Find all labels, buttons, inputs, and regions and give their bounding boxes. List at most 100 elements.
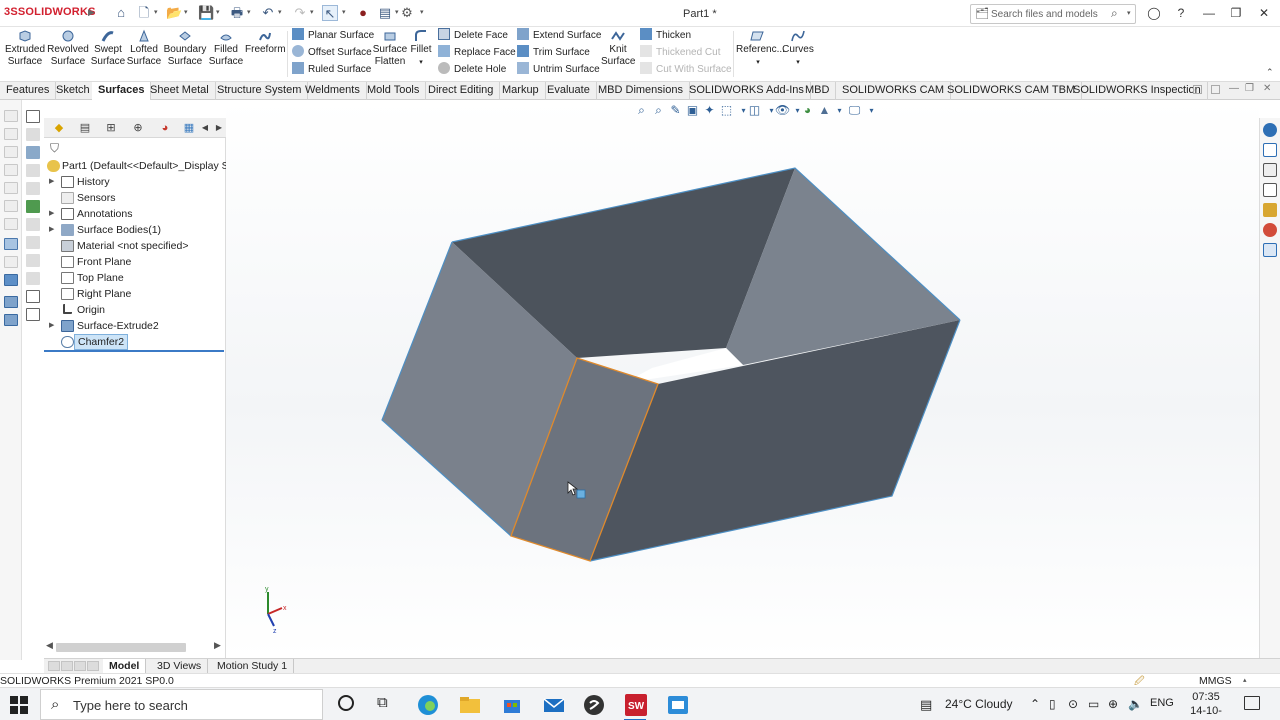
select-icon[interactable]: ↖: [322, 5, 338, 21]
toolbar-icon[interactable]: [26, 254, 40, 267]
tree-item-top-plane[interactable]: Top Plane: [44, 270, 226, 286]
unit-system-dropdown-icon[interactable]: ▴: [1243, 676, 1247, 684]
toolbar-icon[interactable]: [4, 200, 18, 212]
tab-markup[interactable]: Markup: [496, 82, 546, 100]
toolbar-icon[interactable]: [4, 110, 18, 122]
file-properties-icon[interactable]: ▤: [377, 5, 393, 21]
unit-system[interactable]: MMGS: [1199, 674, 1232, 688]
tab-evaluate[interactable]: Evaluate: [541, 82, 597, 100]
taskbar-search-box[interactable]: ⌕: [40, 689, 323, 720]
design-library-icon[interactable]: [1263, 163, 1277, 177]
new-dropdown-icon[interactable]: ▾: [154, 8, 158, 16]
custom-properties-icon[interactable]: [1263, 243, 1277, 257]
restore-icon[interactable]: ❐: [1228, 5, 1244, 21]
tab-view-icon[interactable]: [1193, 85, 1202, 94]
curves-button[interactable]: Curves ▾: [782, 29, 814, 79]
tree-item-right-plane[interactable]: Right Plane: [44, 286, 226, 302]
rebuild-icon[interactable]: ●: [355, 5, 371, 21]
knit-surface-button[interactable]: Knit Surface: [601, 29, 635, 79]
lofted-surface-button[interactable]: Lofted Surface: [126, 29, 162, 79]
tab-direct-editing[interactable]: Direct Editing: [422, 82, 501, 100]
extend-surface-button[interactable]: Extend Surface: [517, 28, 601, 44]
open-dropdown-icon[interactable]: ▾: [184, 8, 188, 16]
meet-now-icon[interactable]: ⊙: [1068, 697, 1078, 711]
feature-tree-horizontal-scrollbar[interactable]: ◀ ▶: [44, 640, 224, 654]
tree-item-chamfer2[interactable]: Chamfer2: [44, 334, 226, 350]
rollback-bar[interactable]: [44, 350, 224, 352]
toolbar-icon[interactable]: [26, 200, 40, 213]
tab-solidworks-cam[interactable]: SOLIDWORKS CAM: [836, 82, 952, 100]
table-icon[interactable]: [26, 110, 40, 123]
fillet-dropdown-icon[interactable]: ▾: [419, 59, 423, 66]
tree-root-part[interactable]: Part1 (Default<<Default>_Display S: [44, 158, 226, 174]
first-tab-nav-icon[interactable]: [48, 661, 60, 671]
scroll-left-icon[interactable]: ◀: [46, 640, 53, 651]
home-icon[interactable]: [1263, 143, 1277, 157]
tab-structure-system[interactable]: Structure System: [211, 82, 309, 100]
solidworks-resources-icon[interactable]: [1263, 123, 1277, 137]
toolbar-icon[interactable]: [26, 164, 40, 177]
help-icon[interactable]: ?: [1173, 5, 1189, 21]
tree-item-surface-bodies[interactable]: ▶ Surface Bodies(1): [44, 222, 226, 238]
tree-item-sensors[interactable]: Sensors: [44, 190, 226, 206]
search-box[interactable]: 🗂 ⌕ ▾: [970, 4, 1136, 24]
system-clock[interactable]: 07:35 14-10-2022: [1178, 690, 1234, 720]
search-input[interactable]: [991, 7, 1111, 21]
tray-app-icon[interactable]: ▯: [1049, 697, 1056, 711]
trim-surface-button[interactable]: Trim Surface: [517, 45, 590, 61]
tab-solidworks-add-ins[interactable]: SOLIDWORKS Add-Ins: [683, 82, 811, 100]
tab-solidworks-cam-tbm[interactable]: SOLIDWORKS CAM TBM: [941, 82, 1083, 100]
task-view-icon[interactable]: ⧉: [377, 694, 388, 711]
expand-arrow-icon[interactable]: ▶: [49, 174, 54, 190]
thickened-cut-button[interactable]: Thickened Cut: [640, 45, 720, 61]
taskbar-search-input[interactable]: [73, 697, 313, 713]
configuration-manager-tab-icon[interactable]: ⊞: [102, 120, 120, 136]
search-dropdown-icon[interactable]: ▾: [1127, 9, 1131, 17]
reference-geometry-button[interactable]: Referenc... ▾: [736, 29, 785, 79]
next-tab-nav-icon[interactable]: [74, 661, 86, 671]
tab-solidworks-inspection[interactable]: SOLIDWORKS Inspection: [1067, 82, 1208, 100]
cortana-icon[interactable]: [338, 695, 354, 711]
expand-arrow-icon[interactable]: ▶: [49, 318, 54, 334]
toolbar-icon[interactable]: [26, 308, 40, 321]
graphics-area[interactable]: ⌕ ⌕ ✎ ▣ ✦ ⬚ ▾ ◫ ▾ 👁 ▾ ◕ ▲ ▾ 🖵 ▾ y x z: [226, 100, 1259, 658]
display-manager-tab-icon[interactable]: ◕: [156, 120, 174, 136]
view-palette-icon[interactable]: [1263, 203, 1277, 217]
toolbar-icon[interactable]: [26, 290, 40, 303]
scrollbar-thumb[interactable]: [56, 643, 186, 652]
toolbar-icon[interactable]: [26, 218, 40, 231]
file-explorer-icon[interactable]: [1263, 183, 1277, 197]
redo-dropdown-icon[interactable]: ▾: [310, 8, 314, 16]
toolbar-icon[interactable]: [4, 256, 18, 268]
toolbar-icon[interactable]: [4, 274, 18, 286]
tab-features[interactable]: Features: [0, 82, 57, 100]
menu-expand-icon[interactable]: ▶: [88, 7, 95, 18]
account-icon[interactable]: ◯: [1146, 5, 1162, 21]
last-tab-nav-icon[interactable]: [87, 661, 99, 671]
revolved-surface-button[interactable]: Revolved Surface: [47, 29, 89, 79]
tab-3d-views[interactable]: 3D Views: [151, 659, 209, 673]
appearances-icon[interactable]: [1263, 223, 1277, 237]
offset-surface-button[interactable]: Offset Surface: [292, 45, 372, 61]
toolbar-icon[interactable]: [26, 182, 40, 195]
surface-flatten-button[interactable]: Surface Flatten: [372, 29, 408, 79]
undo-dropdown-icon[interactable]: ▾: [278, 8, 282, 16]
document-restore-icon[interactable]: ❐: [1245, 83, 1254, 94]
search-icon[interactable]: ⌕: [1111, 6, 1118, 21]
prev-tab-nav-icon[interactable]: [61, 661, 73, 671]
ruled-surface-button[interactable]: Ruled Surface: [292, 62, 371, 78]
options-gear-icon[interactable]: ⚙: [399, 5, 415, 21]
new-document-icon[interactable]: 🗋: [136, 5, 152, 21]
swept-surface-button[interactable]: Swept Surface: [89, 29, 127, 79]
delete-hole-button[interactable]: Delete Hole: [438, 62, 506, 78]
network-icon[interactable]: ⊕: [1108, 697, 1118, 711]
toolbar-icon[interactable]: [4, 314, 18, 326]
toolbar-icon[interactable]: [4, 238, 18, 250]
solidworks-taskbar-icon[interactable]: SW: [622, 691, 650, 719]
surface-model[interactable]: [226, 100, 1259, 658]
save-dropdown-icon[interactable]: ▾: [216, 8, 220, 16]
toolbar-icon[interactable]: [4, 128, 18, 140]
tab-mbd-dimensions[interactable]: MBD Dimensions: [592, 82, 690, 100]
file-explorer-icon[interactable]: [456, 691, 484, 719]
tree-item-material[interactable]: Material <not specified>: [44, 238, 226, 254]
